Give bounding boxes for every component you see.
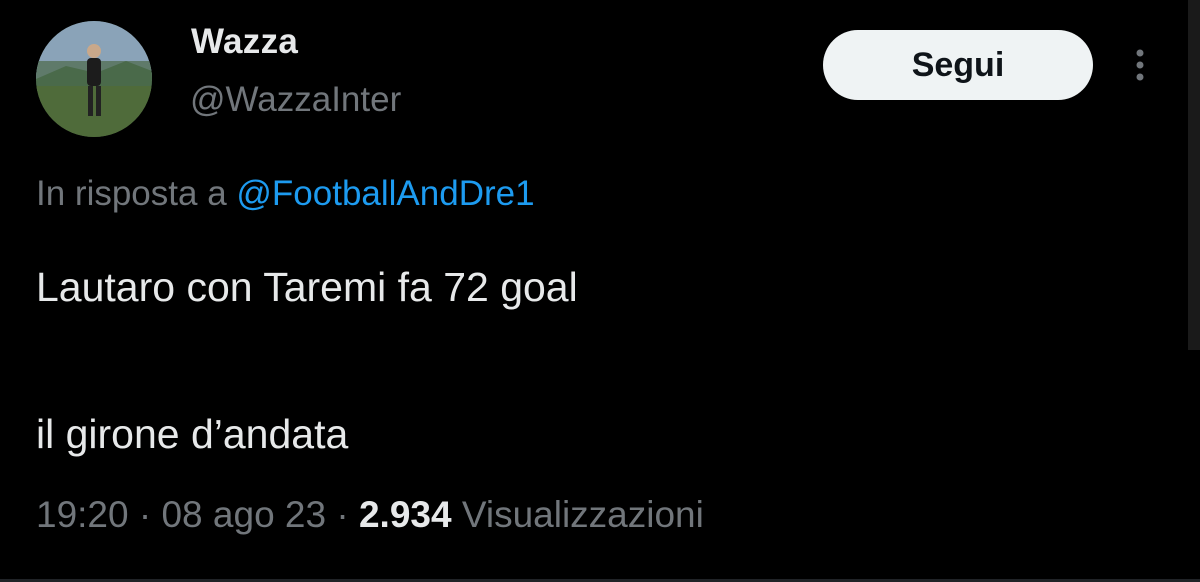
tweet-date[interactable]: 08 ago 23 [161, 494, 326, 535]
more-vertical-icon[interactable] [1128, 45, 1152, 85]
tweet-meta: 19:20 · 08 ago 23 · 2.934 Visualizzazion… [36, 494, 704, 536]
tweet-text-line-2: il girone d’andata [36, 411, 349, 457]
separator: · [138, 494, 162, 535]
views-label[interactable]: Visualizzazioni [462, 494, 704, 535]
scrollbar[interactable] [1188, 0, 1200, 350]
follow-button[interactable]: Segui [823, 30, 1093, 100]
tweet-text-line-1: Lautaro con Taremi fa 72 goal [36, 264, 578, 310]
views-count[interactable]: 2.934 [359, 494, 452, 535]
author-name[interactable]: Wazza [191, 22, 298, 62]
reply-to-link[interactable]: @FootballAndDre1 [236, 174, 534, 213]
avatar-image [36, 21, 152, 137]
avatar[interactable] [36, 21, 152, 137]
reply-prefix: In risposta a [36, 174, 227, 213]
separator: · [336, 494, 359, 535]
tweet-time[interactable]: 19:20 [36, 494, 129, 535]
author-handle[interactable]: @WazzaInter [190, 80, 401, 120]
reply-context: In risposta a @FootballAndDre1 [36, 174, 535, 214]
